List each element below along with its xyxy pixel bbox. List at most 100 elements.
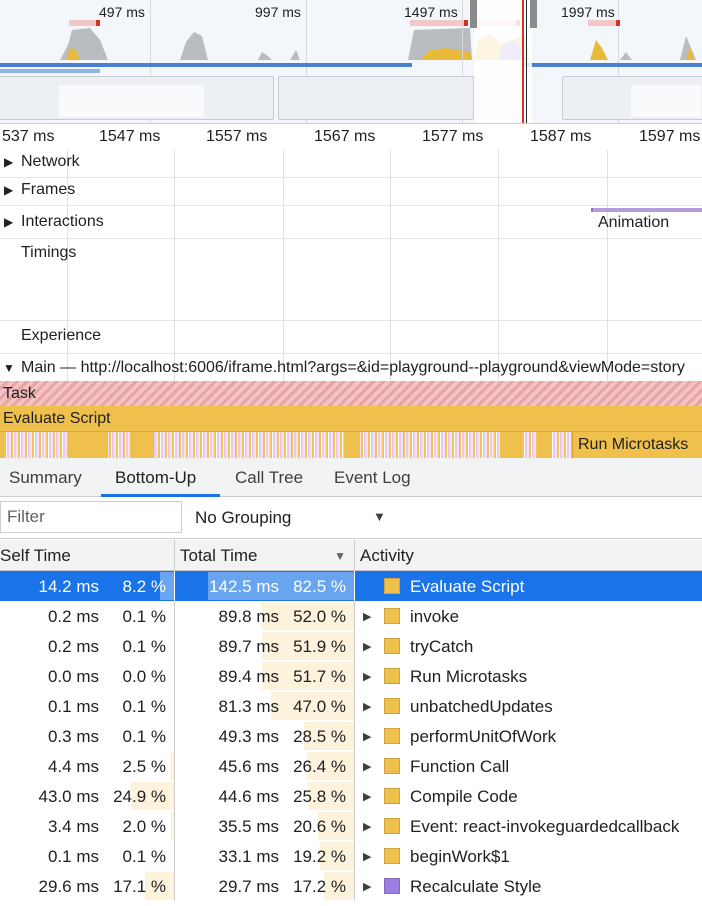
- self-time-ms: 29.6 ms: [38, 877, 99, 896]
- expand-triangle-icon[interactable]: ▶: [363, 700, 371, 713]
- total-time-cell: 35.5 ms 20.6 %: [175, 811, 355, 841]
- activity-name: tryCatch: [410, 637, 474, 656]
- total-time-ms: 35.5 ms: [218, 817, 279, 836]
- expand-triangle-icon[interactable]: ▶: [4, 183, 13, 197]
- total-time-percent: 47.0 %: [293, 697, 346, 716]
- frames-track[interactable]: ▶ Frames: [0, 181, 702, 205]
- activity-name: invoke: [410, 607, 460, 626]
- self-time-ms: 4.4 ms: [47, 757, 99, 776]
- interactions-track[interactable]: ▶ Interactions: [0, 213, 702, 237]
- category-color-swatch: [384, 578, 400, 594]
- table-row[interactable]: 0.1 ms 0.1 % 81.3 ms 47.0 % ▶ unbatchedUpdate…: [0, 691, 702, 721]
- expand-triangle-icon[interactable]: ▶: [363, 670, 371, 683]
- expand-triangle-icon[interactable]: ▶: [363, 820, 371, 833]
- timeline-overview[interactable]: 497 ms 997 ms 1497 ms 1997 ms: [0, 0, 702, 124]
- tab-event-log[interactable]: Event Log: [334, 468, 411, 488]
- track-divider: [0, 177, 702, 178]
- flame-block[interactable]: [0, 432, 4, 458]
- self-time-percent: 0.1 %: [122, 697, 166, 716]
- table-row[interactable]: 3.4 ms 2.0 % 35.5 ms 20.6 % ▶ Event: react-in…: [0, 811, 702, 841]
- flame-task-bar[interactable]: Task: [0, 381, 702, 406]
- animation-bar[interactable]: [591, 208, 702, 212]
- network-track[interactable]: ▶ Network: [0, 153, 702, 177]
- category-color-swatch: [384, 698, 400, 714]
- self-time-ms: 14.2 ms: [38, 577, 99, 596]
- ruler-label: 1587 ms: [530, 128, 592, 145]
- total-time-cell: 45.6 ms 26.4 %: [175, 751, 355, 781]
- total-time-ms: 89.7 ms: [218, 637, 279, 656]
- total-time-cell: 49.3 ms 28.5 %: [175, 721, 355, 751]
- expand-triangle-icon[interactable]: ▶: [363, 850, 371, 863]
- long-task-marker: [588, 20, 620, 26]
- category-color-swatch: [384, 818, 400, 834]
- expand-triangle-icon[interactable]: ▶: [363, 880, 371, 893]
- ruler-label: 1597 ms: [639, 128, 701, 145]
- total-time-header-label: Total Time: [180, 546, 258, 565]
- expand-triangle-icon[interactable]: ▶: [4, 215, 13, 229]
- table-row[interactable]: 4.4 ms 2.5 % 45.6 ms 26.4 % ▶ Function Call: [0, 751, 702, 781]
- table-row[interactable]: 29.6 ms 17.1 % 29.7 ms 17.2 % ▶ Recalculate S…: [0, 871, 702, 901]
- table-row[interactable]: 14.2 ms 8.2 % 142.5 ms 82.5 % Evaluate Scrip…: [0, 571, 702, 601]
- activity-header[interactable]: Activity: [355, 540, 702, 571]
- total-time-percent: 20.6 %: [293, 817, 346, 836]
- expand-triangle-icon[interactable]: ▶: [363, 610, 371, 623]
- expand-triangle-icon[interactable]: ▶: [363, 640, 371, 653]
- overview-time-label: 1997 ms: [561, 4, 615, 20]
- flame-block[interactable]: [500, 432, 522, 458]
- category-color-swatch: [384, 668, 400, 684]
- main-thread-track[interactable]: ▼ Main — http://localhost:6006/iframe.ht…: [0, 358, 702, 380]
- track-divider: [0, 205, 702, 206]
- track-label: Interactions: [21, 213, 104, 230]
- selection-right-handle[interactable]: [530, 0, 537, 28]
- flame-run-microtasks-bar[interactable]: Run Microtasks: [572, 432, 702, 458]
- track-divider: [0, 320, 702, 321]
- flame-block[interactable]: [130, 432, 154, 458]
- self-time-cell: 43.0 ms 24.9 %: [0, 781, 175, 811]
- expand-triangle-icon[interactable]: ▶: [4, 155, 13, 169]
- self-time-header[interactable]: Self Time: [0, 540, 175, 571]
- category-color-swatch: [384, 848, 400, 864]
- expand-triangle-icon[interactable]: ▶: [363, 730, 371, 743]
- ruler-label: 1567 ms: [314, 128, 376, 145]
- total-time-percent: 25.8 %: [293, 787, 346, 806]
- table-row[interactable]: 0.1 ms 0.1 % 33.1 ms 19.2 % ▶ beginWork$1: [0, 841, 702, 871]
- table-row[interactable]: 43.0 ms 24.9 % 44.6 ms 25.8 % ▶ Compile Code: [0, 781, 702, 811]
- self-time-ms: 0.0 ms: [47, 667, 99, 686]
- flame-label: Evaluate Script: [3, 410, 111, 427]
- flame-block[interactable]: [344, 432, 360, 458]
- flame-microtasks-row[interactable]: Run Microtasks: [0, 432, 702, 458]
- filter-input[interactable]: [0, 501, 182, 533]
- self-time-cell: 29.6 ms 17.1 %: [0, 871, 175, 901]
- overview-time-label: 497 ms: [99, 4, 145, 20]
- self-time-cell: 14.2 ms 8.2 %: [0, 571, 175, 601]
- table-row[interactable]: 0.0 ms 0.0 % 89.4 ms 51.7 % ▶ Run Microtasks: [0, 661, 702, 691]
- total-time-percent: 19.2 %: [293, 847, 346, 866]
- total-time-percent: 28.5 %: [293, 727, 346, 746]
- collapse-triangle-icon[interactable]: ▼: [3, 361, 15, 375]
- total-time-cell: 44.6 ms 25.8 %: [175, 781, 355, 811]
- flame-evaluate-script-bar[interactable]: Evaluate Script: [0, 406, 702, 432]
- selection-left-handle[interactable]: [470, 0, 477, 28]
- self-time-percent: 17.1 %: [113, 877, 166, 896]
- total-time-ms: 142.5 ms: [209, 577, 279, 596]
- activity-cell: ▶ invoke: [355, 601, 702, 631]
- overview-time-label: 997 ms: [255, 4, 301, 20]
- tab-bottom-up[interactable]: Bottom-Up: [115, 468, 196, 488]
- tab-call-tree[interactable]: Call Tree: [235, 468, 303, 488]
- table-row[interactable]: 0.3 ms 0.1 % 49.3 ms 28.5 % ▶ performUnitOfWo…: [0, 721, 702, 751]
- flame-block[interactable]: [538, 432, 552, 458]
- table-row[interactable]: 0.2 ms 0.1 % 89.8 ms 52.0 % ▶ invoke: [0, 601, 702, 631]
- tab-summary[interactable]: Summary: [9, 468, 82, 488]
- expand-triangle-icon[interactable]: ▶: [363, 760, 371, 773]
- expand-triangle-icon[interactable]: ▶: [363, 790, 371, 803]
- activity-name: Run Microtasks: [410, 667, 528, 686]
- category-color-swatch: [384, 788, 400, 804]
- activity-cell: ▶ Recalculate Style: [355, 871, 702, 901]
- details-tab-bar: Summary Bottom-Up Call Tree Event Log: [0, 458, 702, 497]
- grouping-select[interactable]: No Grouping: [195, 508, 291, 528]
- dropdown-arrow-icon[interactable]: ▼: [373, 509, 386, 524]
- self-time-cell: 0.3 ms 0.1 %: [0, 721, 175, 751]
- total-time-header[interactable]: Total Time ▼: [175, 540, 355, 571]
- flame-block[interactable]: [68, 432, 108, 458]
- table-row[interactable]: 0.2 ms 0.1 % 89.7 ms 51.9 % ▶ tryCatch: [0, 631, 702, 661]
